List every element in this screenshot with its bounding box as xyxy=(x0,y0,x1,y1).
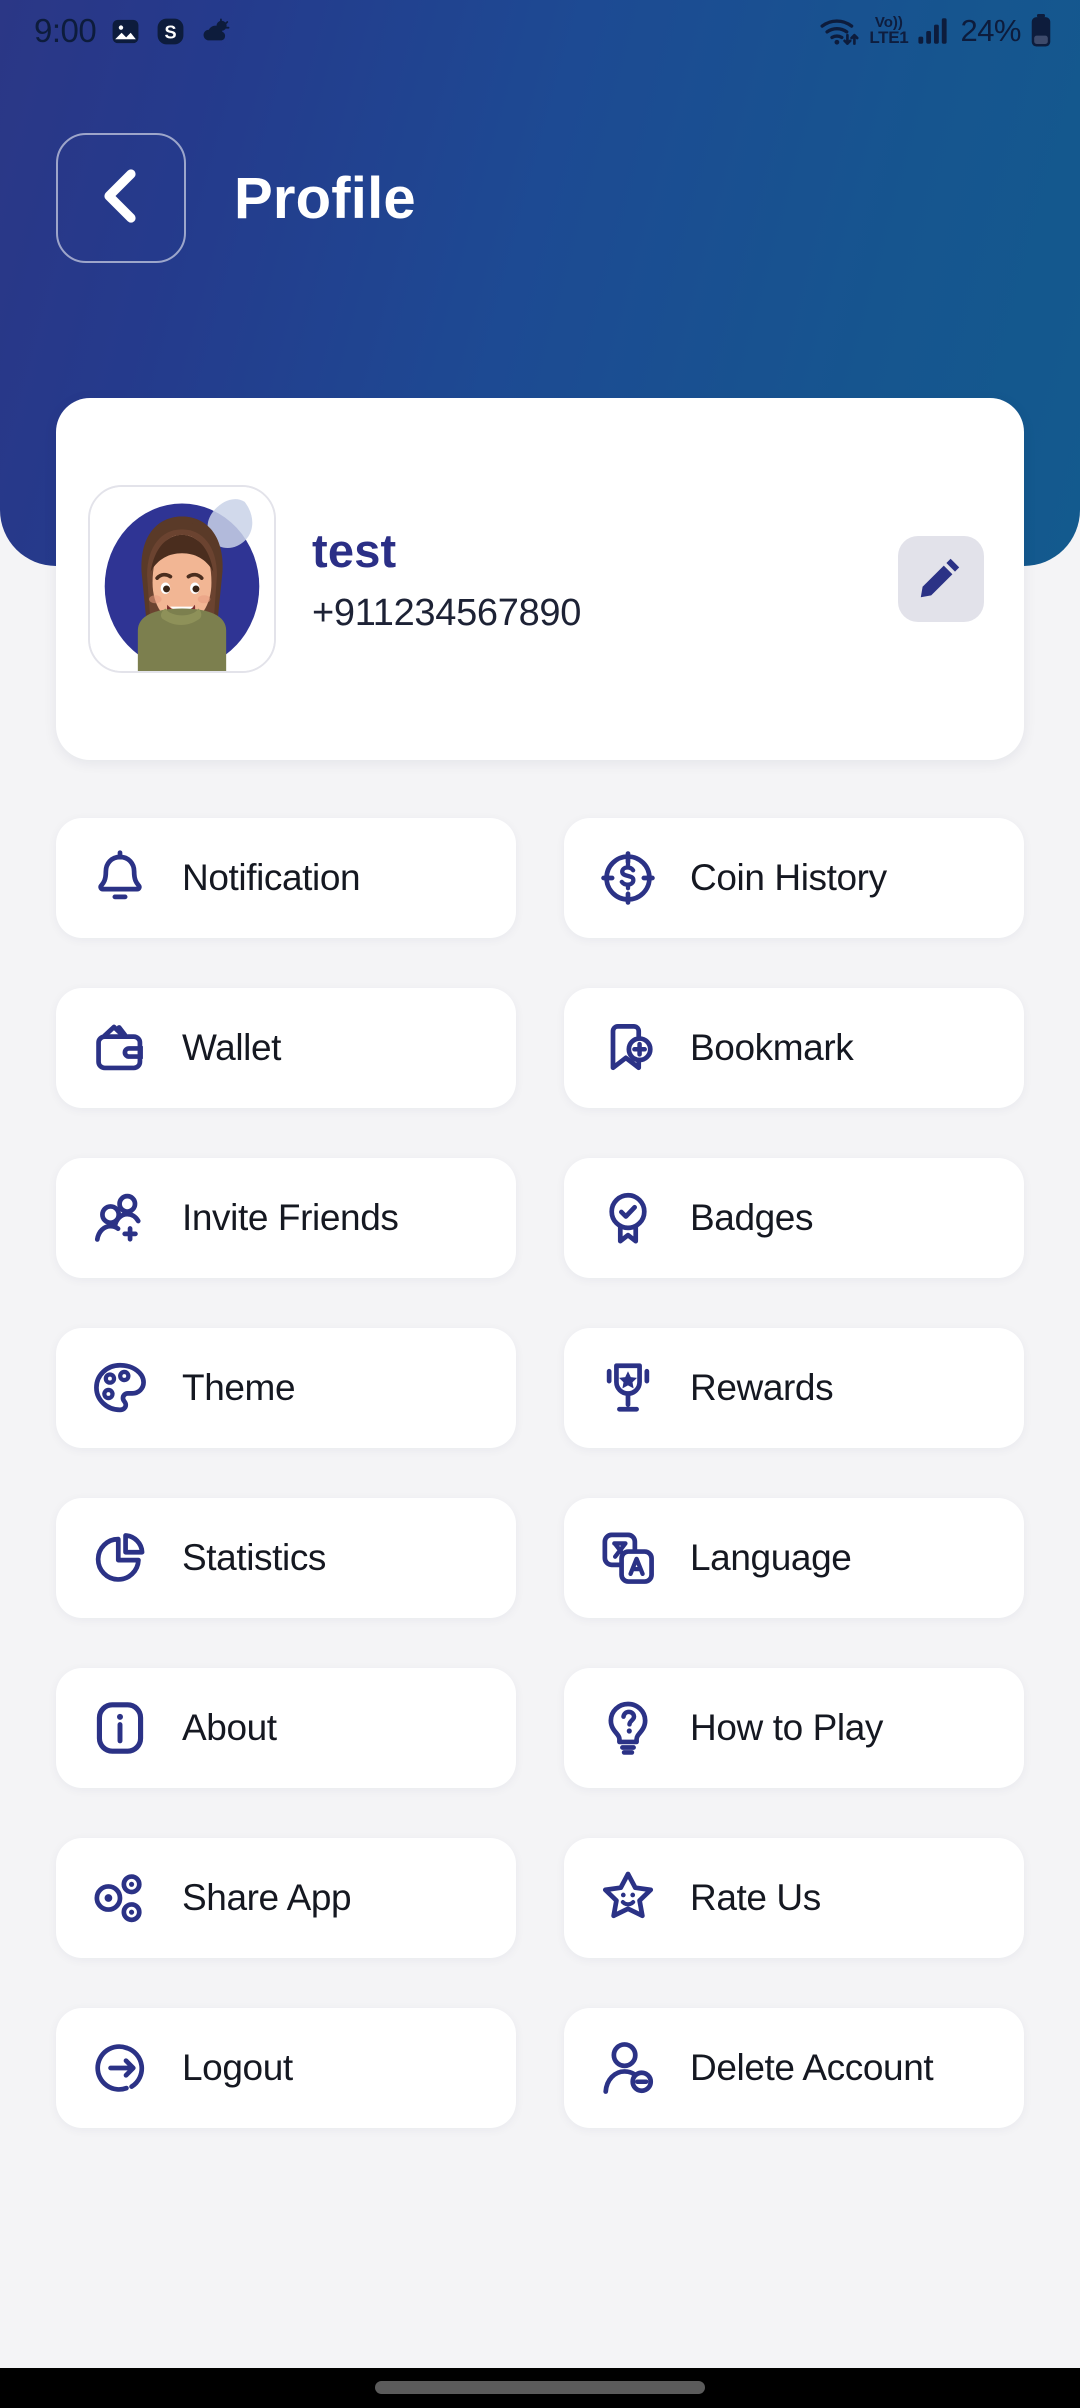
menu-item-coin-history[interactable]: Coin History xyxy=(564,818,1024,938)
page-title: Profile xyxy=(234,165,416,231)
chevron-left-icon xyxy=(95,166,147,231)
battery-icon xyxy=(1030,14,1052,48)
avatar[interactable] xyxy=(88,485,276,673)
menu-item-label: Notification xyxy=(182,857,361,898)
volte-bottom-label: LTE1 xyxy=(869,28,909,48)
back-button[interactable] xyxy=(56,133,186,263)
menu-item-label: Delete Account xyxy=(690,2047,934,2088)
user-minus-icon xyxy=(596,2036,660,2100)
menu-grid: Notification Coin History Wallet Bookmar… xyxy=(56,818,1024,2128)
palette-icon xyxy=(88,1356,152,1420)
menu-item-label: Badges xyxy=(690,1197,814,1238)
badge-check-icon xyxy=(596,1186,660,1250)
menu-item-notification[interactable]: Notification xyxy=(56,818,516,938)
menu-item-label: Coin History xyxy=(690,857,887,898)
info-icon xyxy=(88,1696,152,1760)
menu-item-label: How to Play xyxy=(690,1707,884,1748)
menu-item-share-app[interactable]: Share App xyxy=(56,1838,516,1958)
wallet-icon xyxy=(88,1016,152,1080)
menu-item-label: Rewards xyxy=(690,1367,834,1408)
menu-item-label: Invite Friends xyxy=(182,1197,399,1238)
trophy-star-icon xyxy=(596,1356,660,1420)
profile-phone: +911234567890 xyxy=(312,592,582,634)
menu-item-badges[interactable]: Badges xyxy=(564,1158,1024,1278)
menu-item-theme[interactable]: Theme xyxy=(56,1328,516,1448)
volte-indicator: Vo)) LTE1 xyxy=(869,15,909,48)
menu-item-label: Logout xyxy=(182,2047,293,2088)
wifi-icon xyxy=(818,14,860,48)
signal-bars-icon xyxy=(917,16,951,46)
weather-icon xyxy=(200,16,233,47)
menu-item-bookmark[interactable]: Bookmark xyxy=(564,988,1024,1108)
menu-item-label: Share App xyxy=(182,1877,352,1918)
menu-item-language[interactable]: Language xyxy=(564,1498,1024,1618)
menu-item-statistics[interactable]: Statistics xyxy=(56,1498,516,1618)
coin-target-icon xyxy=(596,846,660,910)
status-clock: 9:00 xyxy=(34,12,97,49)
star-smile-icon xyxy=(596,1866,660,1930)
menu-item-label: Language xyxy=(690,1537,852,1578)
menu-item-delete-account[interactable]: Delete Account xyxy=(564,2008,1024,2128)
home-indicator[interactable] xyxy=(375,2381,705,2394)
pie-chart-icon xyxy=(88,1526,152,1590)
menu-item-label: Bookmark xyxy=(690,1027,854,1068)
skype-icon: S xyxy=(155,16,186,47)
menu-item-label: Theme xyxy=(182,1367,296,1408)
bookmark-plus-icon xyxy=(596,1016,660,1080)
status-bar-left: 9:00 S xyxy=(34,12,233,50)
menu-item-invite-friends[interactable]: Invite Friends xyxy=(56,1158,516,1278)
profile-info: test +911234567890 xyxy=(312,523,898,635)
menu-item-wallet[interactable]: Wallet xyxy=(56,988,516,1108)
user-avatar xyxy=(90,487,274,671)
battery-percent: 24% xyxy=(960,13,1021,48)
system-navigation-bar xyxy=(0,2368,1080,2408)
menu-item-about[interactable]: About xyxy=(56,1668,516,1788)
phone-screen: 9:00 S Vo)) LTE1 24% Profile test +91123… xyxy=(0,0,1080,2408)
menu-item-label: Statistics xyxy=(182,1537,327,1578)
bell-icon xyxy=(88,846,152,910)
pencil-icon xyxy=(917,553,965,606)
translate-icon xyxy=(596,1526,660,1590)
status-bar: 9:00 S Vo)) LTE1 24% xyxy=(0,0,1080,62)
menu-item-logout[interactable]: Logout xyxy=(56,2008,516,2128)
menu-item-rate-us[interactable]: Rate Us xyxy=(564,1838,1024,1958)
app-bar: Profile xyxy=(0,118,1080,278)
logout-icon xyxy=(88,2036,152,2100)
photos-icon xyxy=(110,16,141,47)
profile-card: test +911234567890 xyxy=(56,398,1024,760)
share-nodes-icon xyxy=(88,1866,152,1930)
svg-text:S: S xyxy=(165,22,177,42)
profile-name: test xyxy=(312,524,397,577)
menu-item-label: Rate Us xyxy=(690,1877,821,1918)
menu-item-rewards[interactable]: Rewards xyxy=(564,1328,1024,1448)
edit-profile-button[interactable] xyxy=(898,536,984,622)
menu-item-how-to-play[interactable]: How to Play xyxy=(564,1668,1024,1788)
menu-item-label: About xyxy=(182,1707,277,1748)
users-plus-icon xyxy=(88,1186,152,1250)
lightbulb-question-icon xyxy=(596,1696,660,1760)
menu-item-label: Wallet xyxy=(182,1027,282,1068)
status-bar-right: Vo)) LTE1 24% xyxy=(818,13,1052,49)
